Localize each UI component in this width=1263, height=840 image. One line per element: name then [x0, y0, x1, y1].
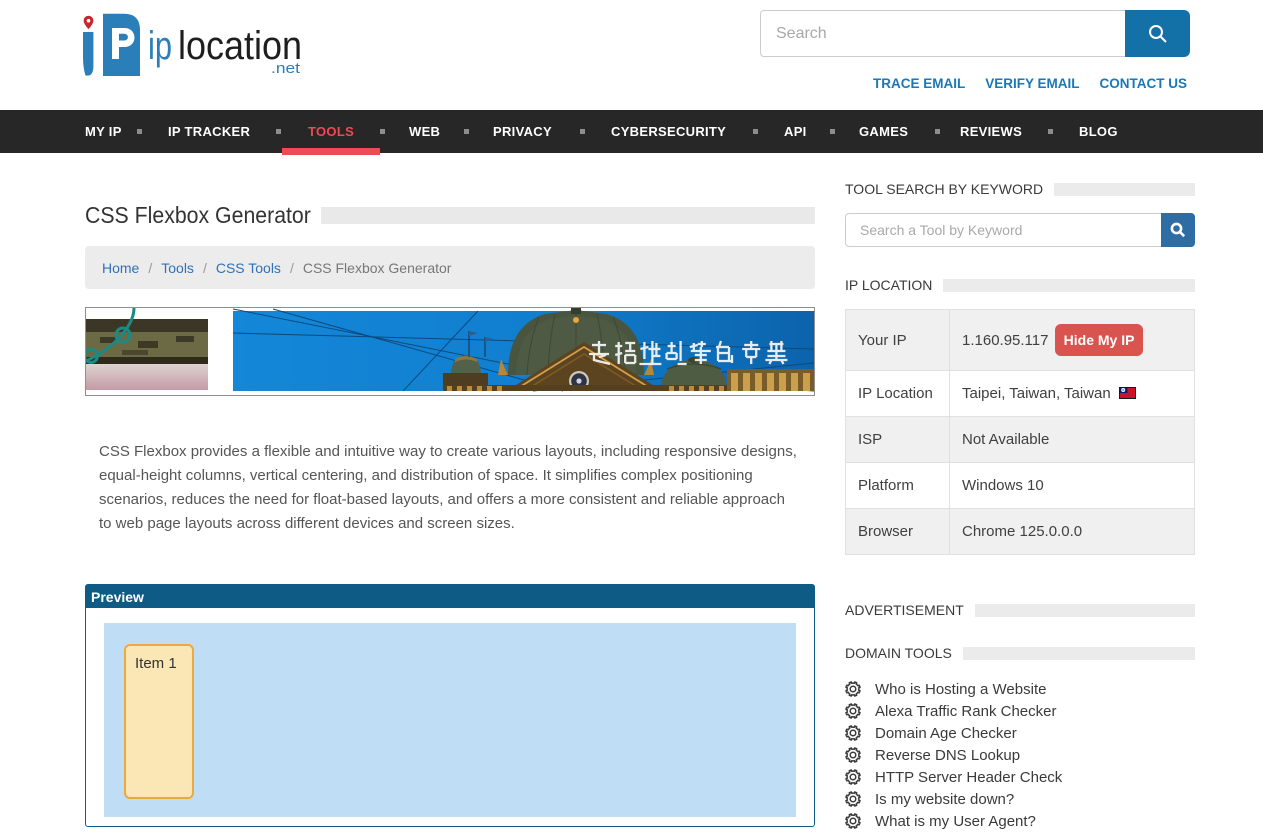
svg-text:.net: .net: [271, 60, 301, 77]
svg-text:ip: ip: [148, 24, 172, 68]
